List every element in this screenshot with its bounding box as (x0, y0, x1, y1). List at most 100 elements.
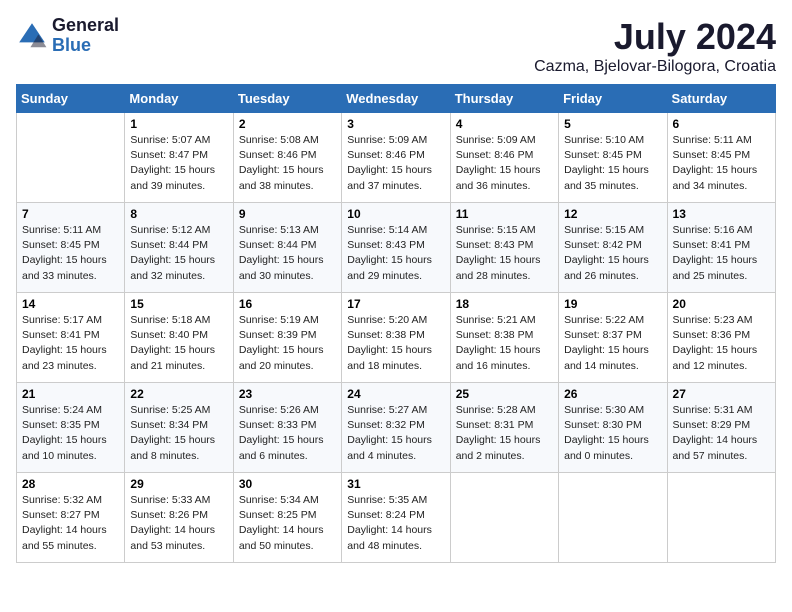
calendar-week-row: 1Sunrise: 5:07 AMSunset: 8:47 PMDaylight… (17, 113, 776, 203)
cell-content: Sunrise: 5:15 AMSunset: 8:43 PMDaylight:… (456, 223, 553, 284)
cell-content: Sunrise: 5:12 AMSunset: 8:44 PMDaylight:… (130, 223, 227, 284)
calendar-cell: 7 Sunrise: 5:11 AMSunset: 8:45 PMDaylight… (17, 203, 125, 293)
day-number: 10 (347, 207, 444, 221)
calendar-cell: 2Sunrise: 5:08 AMSunset: 8:46 PMDaylight… (233, 113, 341, 203)
calendar-cell: 29 Sunrise: 5:33 AMSunset: 8:26 PMDayligh… (125, 473, 233, 563)
cell-content: Sunrise: 5:32 AMSunset: 8:27 PMDaylight:… (22, 493, 119, 554)
calendar-cell: 10 Sunrise: 5:14 AMSunset: 8:43 PMDayligh… (342, 203, 450, 293)
calendar-header-row: SundayMondayTuesdayWednesdayThursdayFrid… (17, 85, 776, 113)
cell-content: Sunrise: 5:27 AMSunset: 8:32 PMDaylight:… (347, 403, 444, 464)
calendar-cell: 19Sunrise: 5:22 AMSunset: 8:37 PMDayligh… (559, 293, 667, 383)
cell-content: Sunrise: 5:28 AMSunset: 8:31 PMDaylight:… (456, 403, 553, 464)
calendar-cell (17, 113, 125, 203)
calendar-cell: 3 Sunrise: 5:09 AMSunset: 8:46 PMDaylight… (342, 113, 450, 203)
calendar-cell: 16Sunrise: 5:19 AMSunset: 8:39 PMDayligh… (233, 293, 341, 383)
logo-blue: Blue (52, 36, 119, 56)
calendar-week-row: 21Sunrise: 5:24 AMSunset: 8:35 PMDayligh… (17, 383, 776, 473)
calendar-cell (450, 473, 558, 563)
month-title: July 2024 (534, 16, 776, 58)
cell-content: Sunrise: 5:20 AMSunset: 8:38 PMDaylight:… (347, 313, 444, 374)
calendar-cell (667, 473, 775, 563)
calendar-cell: 18Sunrise: 5:21 AMSunset: 8:38 PMDayligh… (450, 293, 558, 383)
title-block: July 2024 Cazma, Bjelovar-Bilogora, Croa… (534, 16, 776, 76)
cell-content: Sunrise: 5:35 AMSunset: 8:24 PMDaylight:… (347, 493, 444, 554)
day-header-sunday: Sunday (17, 85, 125, 113)
calendar-cell: 12Sunrise: 5:15 AMSunset: 8:42 PMDayligh… (559, 203, 667, 293)
calendar-cell: 30 Sunrise: 5:34 AMSunset: 8:25 PMDayligh… (233, 473, 341, 563)
logo-icon (16, 20, 48, 52)
day-number: 20 (673, 297, 770, 311)
calendar-cell: 24 Sunrise: 5:27 AMSunset: 8:32 PMDayligh… (342, 383, 450, 473)
location-title: Cazma, Bjelovar-Bilogora, Croatia (534, 58, 776, 76)
cell-content: Sunrise: 5:34 AMSunset: 8:25 PMDaylight:… (239, 493, 336, 554)
calendar-cell: 20 Sunrise: 5:23 AMSunset: 8:36 PMDayligh… (667, 293, 775, 383)
cell-content: Sunrise: 5:17 AMSunset: 8:41 PMDaylight:… (22, 313, 119, 374)
cell-content: Sunrise: 5:26 AMSunset: 8:33 PMDaylight:… (239, 403, 336, 464)
calendar-week-row: 28 Sunrise: 5:32 AMSunset: 8:27 PMDayligh… (17, 473, 776, 563)
cell-content: Sunrise: 5:18 AMSunset: 8:40 PMDaylight:… (130, 313, 227, 374)
cell-content: Sunrise: 5:30 AMSunset: 8:30 PMDaylight:… (564, 403, 661, 464)
day-number: 24 (347, 387, 444, 401)
day-number: 23 (239, 387, 336, 401)
calendar-cell: 28 Sunrise: 5:32 AMSunset: 8:27 PMDayligh… (17, 473, 125, 563)
calendar-cell: 27Sunrise: 5:31 AMSunset: 8:29 PMDayligh… (667, 383, 775, 473)
day-header-monday: Monday (125, 85, 233, 113)
calendar-table: SundayMondayTuesdayWednesdayThursdayFrid… (16, 84, 776, 563)
day-number: 2 (239, 117, 336, 131)
day-header-friday: Friday (559, 85, 667, 113)
cell-content: Sunrise: 5:10 AMSunset: 8:45 PMDaylight:… (564, 133, 661, 194)
calendar-cell: 8 Sunrise: 5:12 AMSunset: 8:44 PMDaylight… (125, 203, 233, 293)
day-header-saturday: Saturday (667, 85, 775, 113)
day-number: 6 (673, 117, 770, 131)
day-number: 8 (130, 207, 227, 221)
day-number: 5 (564, 117, 661, 131)
calendar-cell: 31 Sunrise: 5:35 AMSunset: 8:24 PMDayligh… (342, 473, 450, 563)
day-number: 17 (347, 297, 444, 311)
calendar-cell: 15 Sunrise: 5:18 AMSunset: 8:40 PMDayligh… (125, 293, 233, 383)
calendar-cell: 25 Sunrise: 5:28 AMSunset: 8:31 PMDayligh… (450, 383, 558, 473)
day-number: 25 (456, 387, 553, 401)
cell-content: Sunrise: 5:11 AMSunset: 8:45 PMDaylight:… (673, 133, 770, 194)
day-number: 28 (22, 477, 119, 491)
day-number: 13 (673, 207, 770, 221)
calendar-cell: 4Sunrise: 5:09 AMSunset: 8:46 PMDaylight… (450, 113, 558, 203)
cell-content: Sunrise: 5:16 AMSunset: 8:41 PMDaylight:… (673, 223, 770, 284)
day-number: 3 (347, 117, 444, 131)
calendar-cell: 14 Sunrise: 5:17 AMSunset: 8:41 PMDayligh… (17, 293, 125, 383)
calendar-cell: 22 Sunrise: 5:25 AMSunset: 8:34 PMDayligh… (125, 383, 233, 473)
day-number: 29 (130, 477, 227, 491)
day-number: 14 (22, 297, 119, 311)
day-number: 22 (130, 387, 227, 401)
day-header-tuesday: Tuesday (233, 85, 341, 113)
cell-content: Sunrise: 5:11 AMSunset: 8:45 PMDaylight:… (22, 223, 119, 284)
calendar-cell: 23 Sunrise: 5:26 AMSunset: 8:33 PMDayligh… (233, 383, 341, 473)
calendar-week-row: 14 Sunrise: 5:17 AMSunset: 8:41 PMDayligh… (17, 293, 776, 383)
calendar-cell: 1Sunrise: 5:07 AMSunset: 8:47 PMDaylight… (125, 113, 233, 203)
calendar-cell: 26Sunrise: 5:30 AMSunset: 8:30 PMDayligh… (559, 383, 667, 473)
day-number: 31 (347, 477, 444, 491)
day-header-thursday: Thursday (450, 85, 558, 113)
day-number: 27 (673, 387, 770, 401)
cell-content: Sunrise: 5:33 AMSunset: 8:26 PMDaylight:… (130, 493, 227, 554)
cell-content: Sunrise: 5:14 AMSunset: 8:43 PMDaylight:… (347, 223, 444, 284)
day-number: 4 (456, 117, 553, 131)
logo-text: General Blue (52, 16, 119, 56)
day-header-wednesday: Wednesday (342, 85, 450, 113)
cell-content: Sunrise: 5:07 AMSunset: 8:47 PMDaylight:… (130, 133, 227, 194)
page-header: General Blue July 2024 Cazma, Bjelovar-B… (16, 16, 776, 76)
cell-content: Sunrise: 5:22 AMSunset: 8:37 PMDaylight:… (564, 313, 661, 374)
cell-content: Sunrise: 5:09 AMSunset: 8:46 PMDaylight:… (347, 133, 444, 194)
cell-content: Sunrise: 5:25 AMSunset: 8:34 PMDaylight:… (130, 403, 227, 464)
day-number: 18 (456, 297, 553, 311)
cell-content: Sunrise: 5:24 AMSunset: 8:35 PMDaylight:… (22, 403, 119, 464)
calendar-cell: 6 Sunrise: 5:11 AMSunset: 8:45 PMDaylight… (667, 113, 775, 203)
cell-content: Sunrise: 5:23 AMSunset: 8:36 PMDaylight:… (673, 313, 770, 374)
logo: General Blue (16, 16, 119, 56)
calendar-cell: 11Sunrise: 5:15 AMSunset: 8:43 PMDayligh… (450, 203, 558, 293)
cell-content: Sunrise: 5:15 AMSunset: 8:42 PMDaylight:… (564, 223, 661, 284)
day-number: 30 (239, 477, 336, 491)
calendar-cell: 17 Sunrise: 5:20 AMSunset: 8:38 PMDayligh… (342, 293, 450, 383)
day-number: 15 (130, 297, 227, 311)
day-number: 9 (239, 207, 336, 221)
day-number: 7 (22, 207, 119, 221)
